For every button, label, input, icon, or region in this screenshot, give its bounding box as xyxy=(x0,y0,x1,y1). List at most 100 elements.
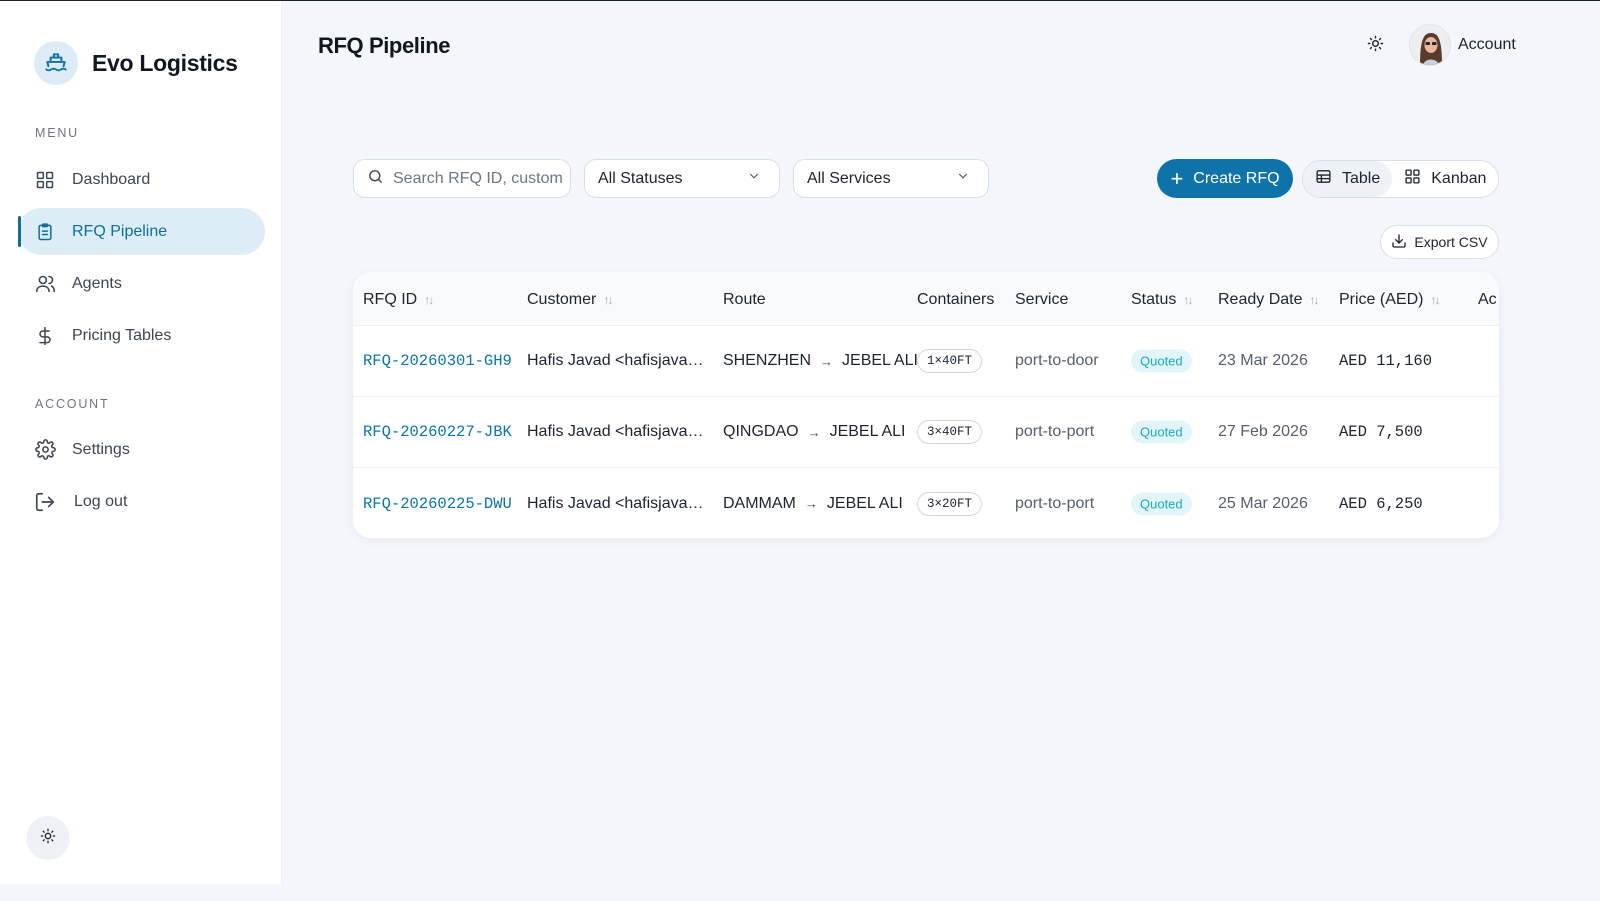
chevron-down-icon xyxy=(956,169,970,188)
price-cell: AED 11,160 xyxy=(1339,352,1433,370)
sort-icon: ↑↓ xyxy=(1183,293,1193,307)
sidebar-item-label: Log out xyxy=(74,492,128,510)
ready-date-cell: 25 Mar 2026 xyxy=(1218,494,1308,512)
status-badge: Quoted xyxy=(1131,420,1192,444)
view-kanban-label: Kanban xyxy=(1431,170,1487,187)
export-csv-label: Export CSV xyxy=(1414,234,1488,250)
sidebar-item-logout[interactable]: Log out xyxy=(18,478,265,525)
customer-cell: Hafis Javad <hafisjavad… xyxy=(527,352,707,369)
status-filter-select[interactable]: All Statuses xyxy=(584,159,780,198)
customer-cell: Hafis Javad <hafisjavad… xyxy=(527,494,707,512)
column-header-service: Service xyxy=(1015,291,1068,309)
containers-badge: 1×40FT xyxy=(917,349,983,373)
theme-toggle-button[interactable] xyxy=(26,816,70,860)
table-row[interactable]: RFQ-20260227-JBK Hafis Javad <hafisjavad… xyxy=(353,397,1499,468)
search-input[interactable] xyxy=(393,169,563,188)
table-header: RFQ ID ↑↓ Customer ↑↓ Route Containers Ser… xyxy=(353,272,1499,326)
rfq-id-link[interactable]: RFQ-20260301-GH9 xyxy=(363,352,512,370)
dollar-icon xyxy=(34,325,56,347)
sidebar-item-pricing-tables[interactable]: Pricing Tables xyxy=(18,312,265,359)
column-header-status[interactable]: Status ↑↓ xyxy=(1131,291,1193,309)
status-filter-value: All Statuses xyxy=(598,169,683,187)
route-origin: SHENZHEN xyxy=(723,352,812,369)
route-cell: SHENZHEN → JEBEL ALI xyxy=(723,352,918,370)
logout-icon xyxy=(34,491,56,513)
service-cell: port-to-port xyxy=(1015,423,1095,440)
price-cell: AED 7,500 xyxy=(1339,423,1423,441)
search-box[interactable] xyxy=(353,159,571,198)
containers-badge: 3×20FT xyxy=(917,491,983,516)
arrow-right-icon: → xyxy=(804,496,818,511)
menu-section-label: MENU xyxy=(35,126,80,140)
rfq-id-link[interactable]: RFQ-20260227-JBK xyxy=(363,423,512,441)
column-header-route: Route xyxy=(723,291,766,309)
arrow-right-icon: → xyxy=(807,424,821,440)
brand[interactable]: Evo Logistics xyxy=(34,41,238,85)
view-kanban-button[interactable]: Kanban xyxy=(1392,161,1498,197)
page-title: RFQ Pipeline xyxy=(318,33,451,58)
column-label: Service xyxy=(1015,291,1069,308)
sort-icon: ↑↓ xyxy=(424,293,434,307)
table-row[interactable]: RFQ-20260225-DWU Hafis Javad <hafisjavad… xyxy=(353,468,1499,538)
header-theme-toggle[interactable] xyxy=(1362,34,1388,58)
table-row[interactable]: RFQ-20260301-GH9 Hafis Javad <hafisjavad… xyxy=(353,326,1499,397)
column-label: Ready Date xyxy=(1218,291,1303,308)
account-menu[interactable]: Account xyxy=(1409,24,1516,66)
route-origin: QINGDAO xyxy=(723,423,799,440)
sidebar-item-settings[interactable]: Settings xyxy=(18,426,265,473)
column-label: Status xyxy=(1131,291,1177,308)
rfq-table: RFQ ID ↑↓ Customer ↑↓ Route Containers Ser… xyxy=(353,272,1499,538)
view-table-label: Table xyxy=(1342,170,1381,187)
column-label: Customer xyxy=(527,291,597,308)
avatar xyxy=(1409,24,1451,66)
containers-badge: 3×40FT xyxy=(917,420,983,444)
sidebar-item-label: RFQ Pipeline xyxy=(72,222,168,240)
grid-icon xyxy=(34,169,56,191)
column-header-rfq-id[interactable]: RFQ ID ↑↓ xyxy=(363,291,434,309)
status-badge: Quoted xyxy=(1131,492,1192,515)
column-header-price[interactable]: Price (AED) ↑↓ xyxy=(1339,291,1440,309)
export-csv-button[interactable]: Export CSV xyxy=(1380,225,1499,259)
route-cell: DAMMAM → JEBEL ALI xyxy=(723,495,903,513)
column-label: Price (AED) xyxy=(1339,291,1424,308)
sun-icon xyxy=(1367,35,1384,57)
arrow-right-icon: → xyxy=(820,353,834,369)
table-icon xyxy=(1315,168,1332,190)
create-rfq-label: Create RFQ xyxy=(1193,169,1280,187)
column-header-containers: Containers xyxy=(917,291,994,309)
gear-icon xyxy=(34,439,56,461)
clipboard-icon xyxy=(34,221,56,243)
route-destination: JEBEL ALI xyxy=(842,352,918,369)
view-table-button[interactable]: Table xyxy=(1303,161,1393,197)
route-origin: DAMMAM xyxy=(723,494,796,512)
customer-cell: Hafis Javad <hafisjavad… xyxy=(527,423,707,440)
service-cell: port-to-door xyxy=(1015,352,1099,369)
chevron-down-icon xyxy=(747,169,761,188)
column-header-actions: Ac xyxy=(1478,291,1497,309)
column-label: Route xyxy=(723,291,766,308)
sidebar-item-rfq-pipeline[interactable]: RFQ Pipeline xyxy=(18,208,265,255)
ready-date-cell: 27 Feb 2026 xyxy=(1218,423,1308,440)
create-rfq-button[interactable]: + Create RFQ xyxy=(1157,159,1293,198)
plus-icon: + xyxy=(1170,165,1184,191)
service-filter-value: All Services xyxy=(807,169,891,187)
sidebar-item-dashboard[interactable]: Dashboard xyxy=(18,156,265,203)
sidebar-item-agents[interactable]: Agents xyxy=(18,260,265,307)
sort-icon: ↑↓ xyxy=(603,293,613,307)
column-label: Containers xyxy=(917,291,995,308)
sidebar-item-label: Agents xyxy=(72,274,122,292)
ship-logo-icon xyxy=(34,41,78,85)
sort-icon: ↑↓ xyxy=(1309,293,1320,307)
column-label: Ac xyxy=(1478,291,1497,308)
download-icon xyxy=(1391,233,1407,252)
brand-name: Evo Logistics xyxy=(92,49,238,76)
column-header-customer[interactable]: Customer ↑↓ xyxy=(527,291,613,309)
search-icon xyxy=(367,168,384,190)
rfq-id-link[interactable]: RFQ-20260225-DWU xyxy=(363,495,512,513)
users-icon xyxy=(34,273,56,295)
sort-icon: ↑↓ xyxy=(1430,293,1440,307)
column-header-ready-date[interactable]: Ready Date ↑↓ xyxy=(1218,291,1320,309)
service-filter-select[interactable]: All Services xyxy=(793,159,989,198)
column-label: RFQ ID xyxy=(363,291,418,308)
sidebar: Evo Logistics MENU Dashboard RFQ Pipelin… xyxy=(0,1,282,884)
